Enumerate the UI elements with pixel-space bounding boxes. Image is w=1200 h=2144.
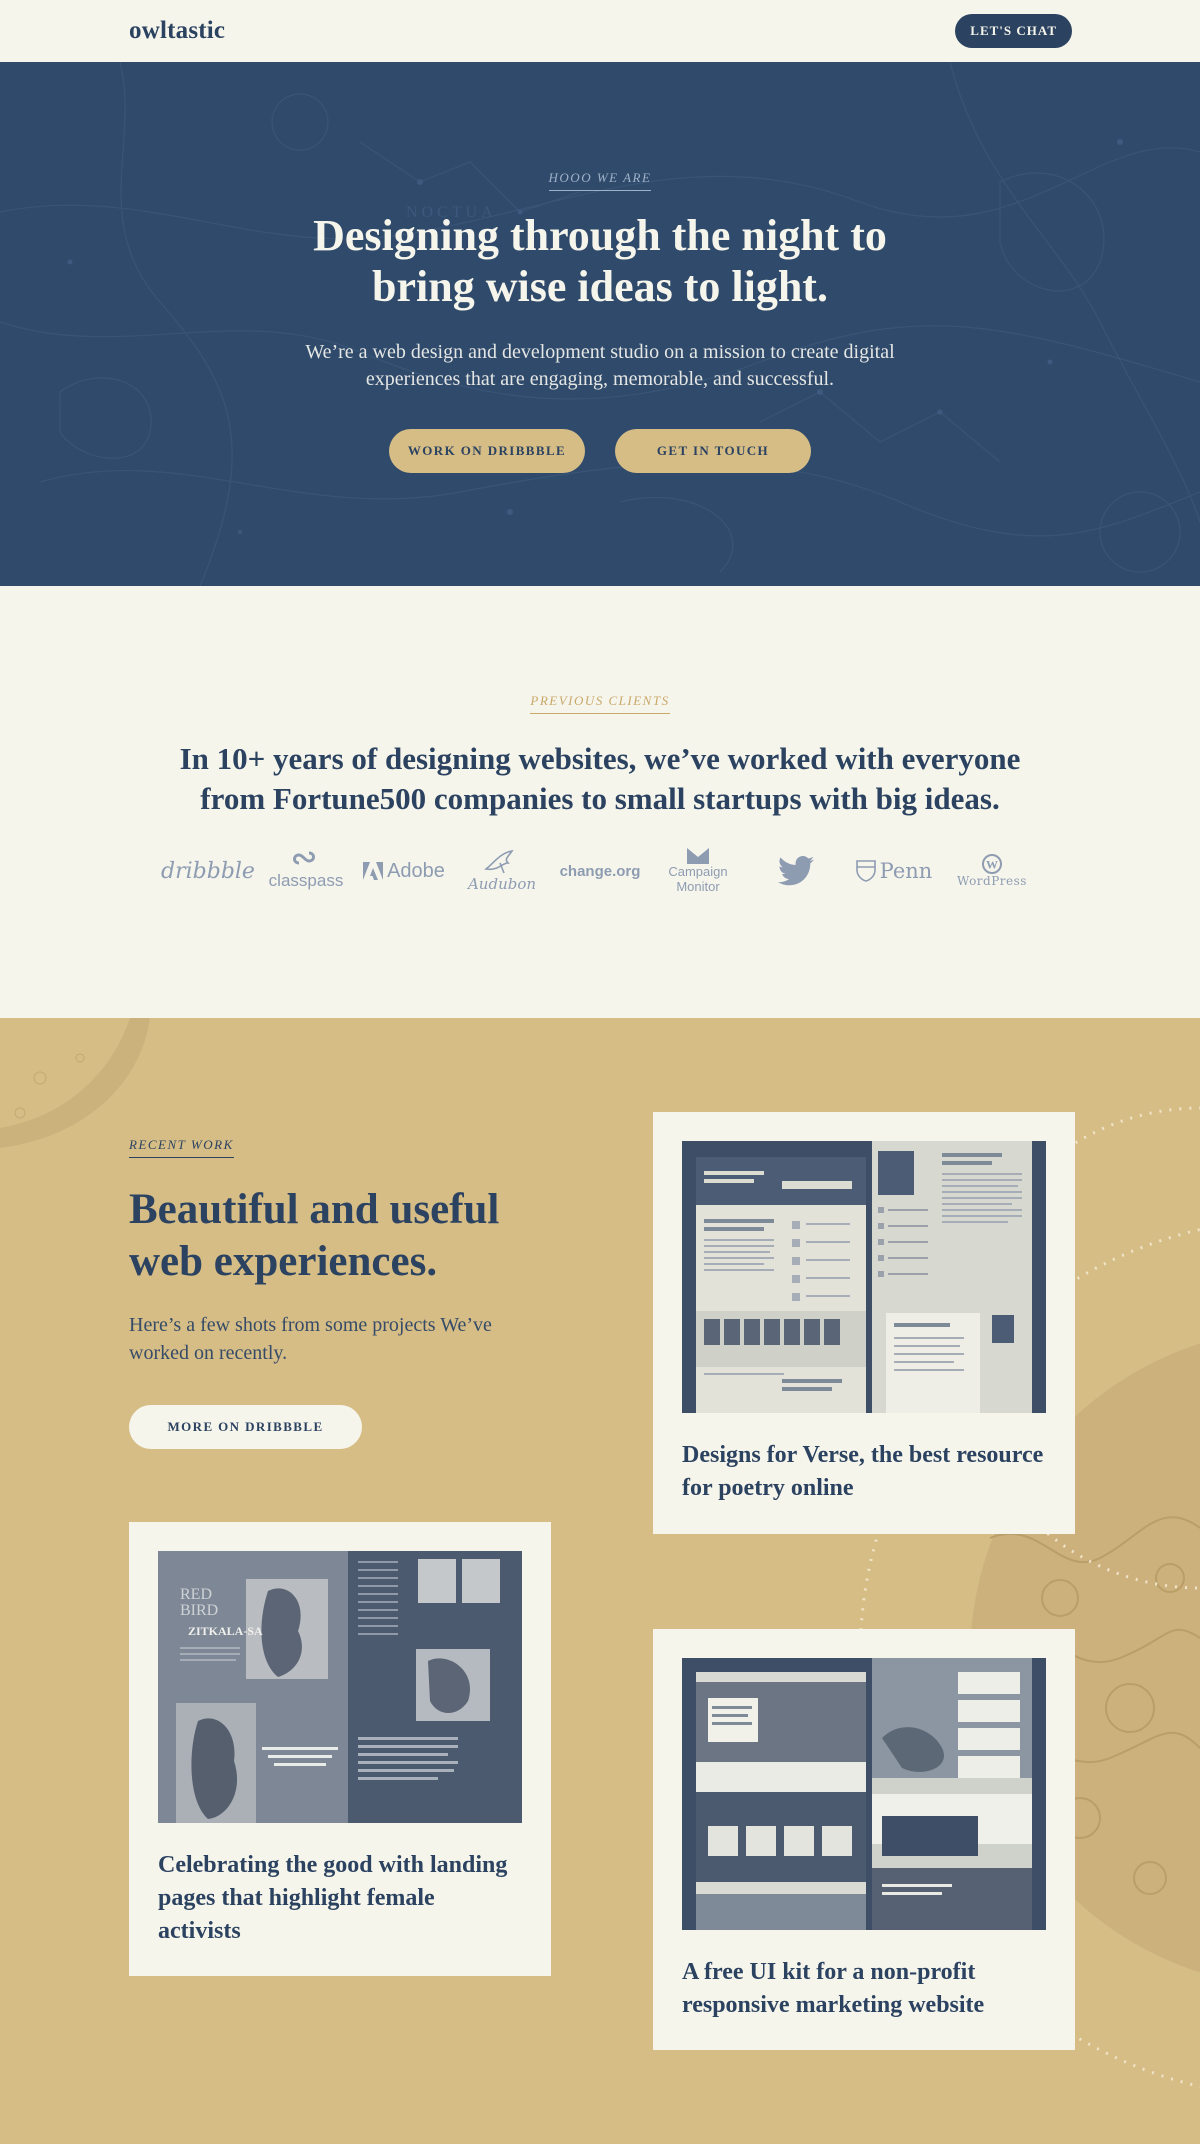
site-header: owltastic LET'S CHAT	[0, 0, 1200, 62]
hero-section: NOCTUA HOOO WE ARE Designing through the…	[0, 62, 1200, 586]
work-title-line-1: Beautiful and useful	[129, 1186, 500, 1233]
adobe-logo-text: Adobe	[387, 859, 445, 882]
work-title: Beautiful and useful web experiences.	[129, 1184, 549, 1288]
hero-eyebrow: HOOO WE ARE	[548, 170, 652, 191]
change-org-logo: change.org	[551, 863, 649, 880]
project-card-red-bird[interactable]: RED BIRD ZITKALA-SA Celebrating the good…	[129, 1522, 551, 1976]
adobe-logo: Adobe	[355, 860, 453, 883]
campaign-monitor-logo-text: Campaign Monitor	[668, 864, 728, 894]
work-title-line-2: web experiences.	[129, 1238, 438, 1285]
hero-description: We’re a web design and development studi…	[305, 341, 895, 390]
penn-shield-icon	[855, 860, 876, 882]
dribbble-logo-text: dribbble	[161, 858, 255, 884]
recent-work-section: RECENT WORK Beautiful and useful web exp…	[0, 1018, 1200, 2144]
hero-title-line-1: Designing through the night to	[313, 211, 887, 260]
audubon-bird-icon	[484, 849, 514, 874]
hero-title: Designing through the night to bring wis…	[0, 210, 1200, 312]
work-description: Here’s a few shots from some projects We…	[129, 1314, 492, 1364]
twitter-bird-icon	[778, 856, 814, 886]
climate-ui-kit-screenshot	[682, 1658, 1046, 1930]
clients-eyebrow: PREVIOUS CLIENTS	[530, 693, 670, 714]
red-bird-screenshot: RED BIRD ZITKALA-SA	[158, 1551, 522, 1823]
wordpress-mark-icon: W	[982, 854, 1002, 874]
work-intro: RECENT WORK Beautiful and useful web exp…	[129, 1136, 549, 1449]
get-in-touch-button[interactable]: GET IN TOUCH	[615, 429, 811, 473]
classpass-logo: classpass	[257, 851, 355, 891]
svg-text:ZITKALA-SA: ZITKALA-SA	[188, 1624, 263, 1638]
site-logo[interactable]: owltastic	[129, 17, 225, 45]
clients-section: PREVIOUS CLIENTS In 10+ years of designi…	[0, 586, 1200, 1018]
envelope-icon	[687, 848, 709, 864]
lets-chat-button[interactable]: LET'S CHAT	[955, 14, 1072, 48]
change-org-logo-text: change.org	[559, 862, 641, 880]
red-bird-project-title: Celebrating the good with landing pages …	[158, 1852, 508, 1944]
wordpress-logo: W WordPress	[943, 854, 1041, 888]
campaign-monitor-logo: Campaign Monitor	[649, 848, 747, 894]
clients-title-line-1: In 10+ years of designing websites, we’v…	[179, 741, 1021, 776]
project-card-climate-ui-kit[interactable]: A free UI kit for a non-profit responsiv…	[653, 1629, 1075, 2050]
audubon-logo-text: Audubon	[467, 875, 537, 893]
classpass-logo-text: classpass	[268, 871, 344, 890]
verse-mockup-image	[682, 1141, 1046, 1413]
work-on-dribbble-button[interactable]: WORK ON DRIBBBLE	[389, 429, 585, 473]
project-card-verse[interactable]: Designs for Verse, the best resource for…	[653, 1112, 1075, 1534]
penn-logo: Penn	[845, 859, 943, 883]
twitter-logo	[747, 856, 845, 886]
classpass-mark-icon	[293, 851, 315, 865]
climate-mockup-image	[682, 1658, 1046, 1930]
hero-title-line-2: bring wise ideas to light.	[372, 262, 828, 311]
wordpress-logo-text: WordPress	[957, 874, 1027, 888]
client-logos: dribbble classpass Adobe Audubon change.…	[0, 841, 1200, 901]
dribbble-logo: dribbble	[159, 859, 257, 884]
adobe-mark-icon	[363, 862, 384, 880]
clients-title: In 10+ years of designing websites, we’v…	[0, 739, 1200, 819]
clients-title-line-2: from Fortune500 companies to small start…	[200, 781, 1000, 816]
work-eyebrow: RECENT WORK	[129, 1137, 234, 1158]
hero-content: HOOO WE ARE Designing through the night …	[0, 62, 1200, 473]
svg-text:BIRD: BIRD	[180, 1602, 218, 1619]
svg-text:RED: RED	[180, 1586, 212, 1603]
climate-project-title: A free UI kit for a non-profit responsiv…	[682, 1959, 985, 2018]
audubon-logo: Audubon	[453, 849, 551, 893]
red-bird-mockup-image: RED BIRD ZITKALA-SA	[158, 1551, 522, 1823]
verse-screenshot	[682, 1141, 1046, 1413]
penn-logo-text: Penn	[879, 859, 933, 883]
more-on-dribbble-button[interactable]: MORE ON DRIBBBLE	[129, 1405, 362, 1449]
verse-project-title: Designs for Verse, the best resource for…	[682, 1442, 1044, 1501]
hero-buttons: WORK ON DRIBBBLE GET IN TOUCH	[0, 429, 1200, 473]
svg-text:W: W	[986, 858, 998, 872]
